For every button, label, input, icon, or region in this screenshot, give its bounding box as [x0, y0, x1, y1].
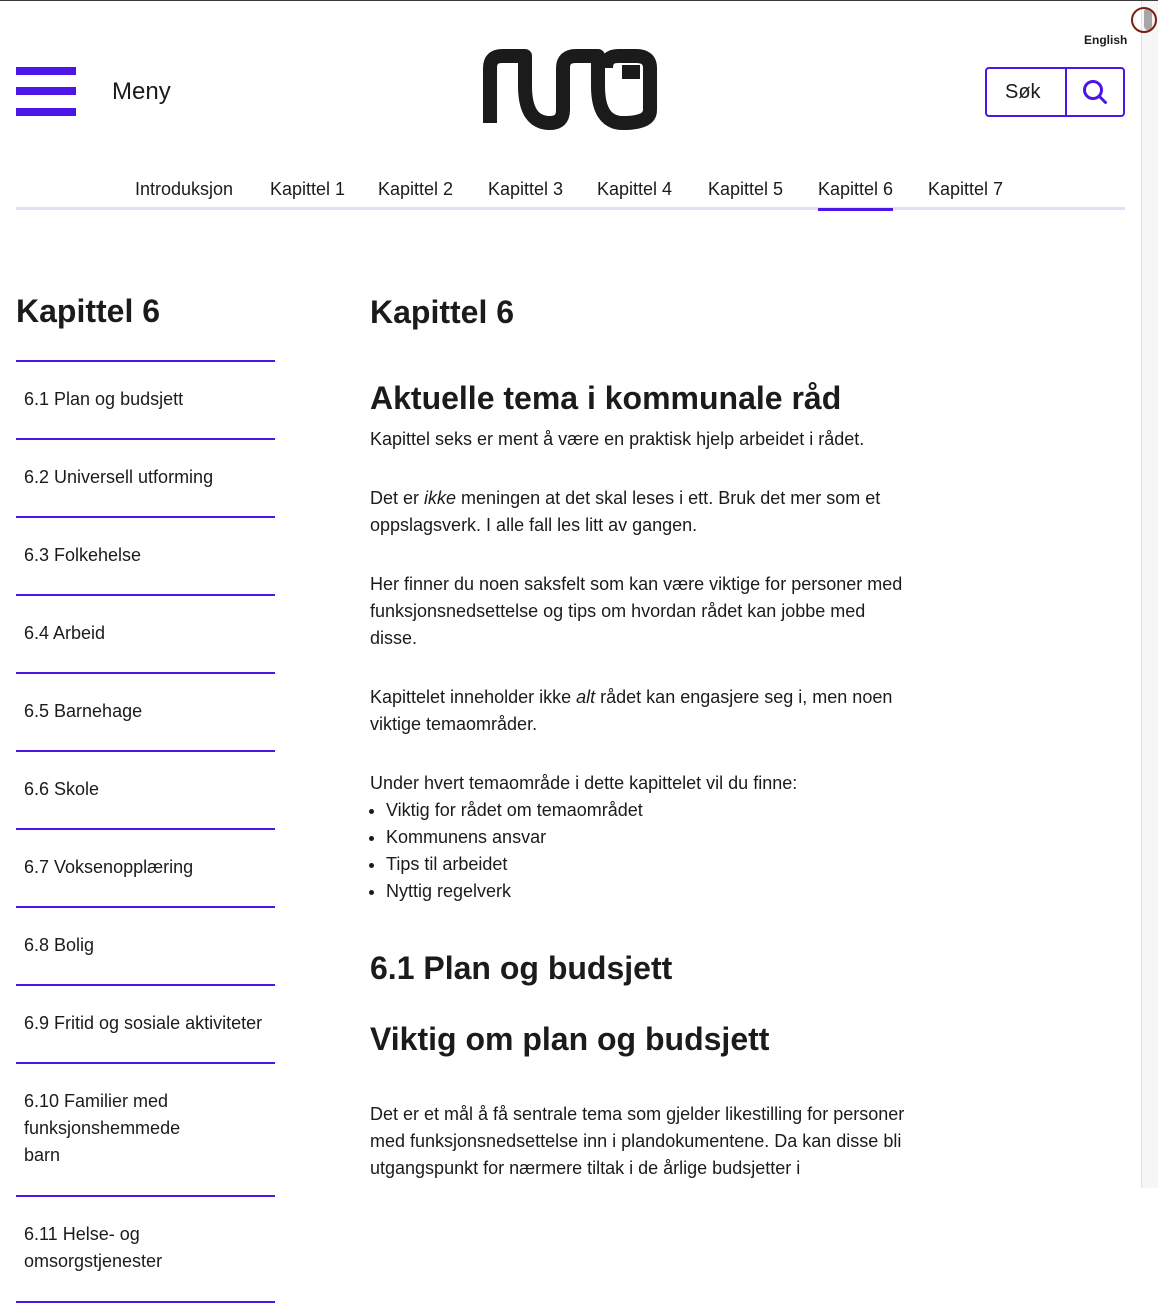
chapter-tab-kapittel-5[interactable]: Kapittel 5 [708, 179, 783, 200]
search-icon [1083, 80, 1107, 104]
chapter-navigation: Introduksjon Kapittel 1 Kapittel 2 Kapit… [16, 172, 1125, 211]
list-item: Kommunens ansvar [386, 824, 910, 851]
search-box[interactable]: Søk [985, 67, 1125, 117]
paragraph-4: Kapittelet inneholder ikke alt rådet kan… [370, 687, 893, 734]
chapter-tab-kapittel-7[interactable]: Kapittel 7 [928, 179, 1003, 200]
chapter-tab-kapittel-3[interactable]: Kapittel 3 [488, 179, 563, 200]
menu-label[interactable]: Meny [112, 78, 171, 106]
paragraph-3: Her finner du noen saksfelt som kan være… [370, 574, 903, 648]
scrollbar-track[interactable] [1141, 1, 1158, 1188]
window-top-border [0, 0, 1158, 1]
list-intro: Under hvert temaområde i dette kapittele… [370, 773, 798, 793]
list-item: Nyttig regelverk [386, 878, 910, 905]
intro-paragraph: Kapittel seks er ment å være en praktisk… [370, 429, 865, 449]
chapter-tab-kapittel-2[interactable]: Kapittel 2 [378, 179, 453, 200]
paragraph-2: Det er ikke meningen at det skal leses i… [370, 488, 881, 535]
list-item: Viktig for rådet om temaområdet [386, 797, 910, 824]
sidebar-item-bolig[interactable]: 6.8 Bolig [16, 906, 275, 984]
chapter-tab-introduksjon[interactable]: Introduksjon [135, 179, 233, 200]
sidebar-item-skole[interactable]: 6.6 Skole [16, 750, 275, 828]
sidebar-item-barnehage[interactable]: 6.5 Barnehage [16, 672, 275, 750]
hamburger-menu-icon[interactable] [16, 67, 76, 117]
subsection-heading-viktig: Viktig om plan og budsjett [370, 1021, 770, 1057]
sidebar-item-fritid[interactable]: 6.9 Fritid og sosiale aktiviteter [16, 984, 275, 1062]
sidebar-item-folkehelse[interactable]: 6.3 Folkehelse [16, 516, 275, 594]
topic-list: Viktig for rådet om temaområdet Kommunen… [370, 797, 910, 905]
search-button[interactable] [1067, 69, 1123, 115]
sidebar-item-plan-og-budsjett[interactable]: 6.1 Plan og budsjett [16, 360, 275, 438]
site-logo[interactable] [480, 48, 662, 130]
chapter-tab-kapittel-1[interactable]: Kapittel 1 [270, 179, 345, 200]
main-content: Kapittel 6 Aktuelle tema i kommunale råd… [370, 293, 910, 1182]
sidebar-item-voksenopplaering[interactable]: 6.7 Voksenopplæring [16, 828, 275, 906]
corner-indicator-icon [1131, 7, 1157, 33]
paragraph-5: Det er et mål å få sentrale tema som gje… [370, 1104, 905, 1178]
language-link[interactable]: English [1084, 33, 1127, 47]
sidebar-item-universell-utforming[interactable]: 6.2 Universell utforming [16, 438, 275, 516]
sidebar-title: Kapittel 6 [16, 293, 161, 329]
sidebar-item-familier[interactable]: 6.10 Familier med funksjonshemmede barn [16, 1062, 275, 1195]
chapter-tab-kapittel-6[interactable]: Kapittel 6 [818, 179, 894, 211]
search-input[interactable]: Søk [987, 69, 1067, 115]
sidebar-item-arbeid[interactable]: 6.4 Arbeid [16, 594, 275, 672]
list-item: Tips til arbeidet [386, 851, 910, 878]
section-heading-aktuelle-tema: Aktuelle tema i kommunale råd [370, 380, 842, 416]
page-title: Kapittel 6 [370, 294, 515, 330]
sidebar-item-helse-omsorg[interactable]: 6.11 Helse- og omsorgstjenester [16, 1195, 275, 1303]
chapter-tab-kapittel-4[interactable]: Kapittel 4 [597, 179, 672, 200]
section-heading-plan-og-budsjett: 6.1 Plan og budsjett [370, 950, 673, 986]
sidebar-menu: 6.1 Plan og budsjett 6.2 Universell utfo… [16, 360, 275, 1303]
